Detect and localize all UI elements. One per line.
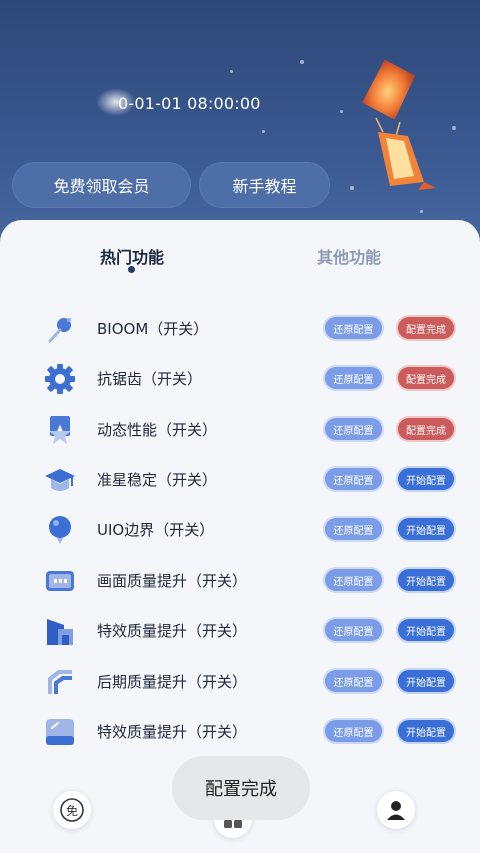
start-config-button[interactable]: 开始配置 xyxy=(398,468,454,490)
start-config-button[interactable]: 开始配置 xyxy=(398,619,454,641)
start-config-button[interactable]: 开始配置 xyxy=(398,518,454,540)
restore-config-button[interactable]: 还原配置 xyxy=(325,670,382,692)
feature-row: 特效质量提升（开关） 还原配置 开始配置 xyxy=(0,706,480,756)
feature-label: 抗锯齿（开关） xyxy=(97,370,203,388)
feature-label: 特效质量提升（开关） xyxy=(97,622,248,640)
sky-lantern-icon xyxy=(362,59,436,190)
feature-row: 特效质量提升（开关） 还原配置 开始配置 xyxy=(0,605,480,655)
feature-label: 动态性能（开关） xyxy=(97,421,218,439)
tablet-icon xyxy=(46,719,74,745)
feature-row: 抗锯齿（开关） 还原配置 配置完成 xyxy=(0,353,480,403)
toast-message: 配置完成 xyxy=(172,756,310,820)
feature-label: 后期质量提升（开关） xyxy=(97,673,248,691)
free-vip-button[interactable]: 免费领取会员 xyxy=(12,162,191,208)
frame-icon xyxy=(48,670,72,694)
screen-icon xyxy=(46,571,74,591)
restore-config-button[interactable]: 还原配置 xyxy=(325,317,382,339)
free-badge-icon: 免 xyxy=(60,798,84,822)
feature-row: UIO边界（开关） 还原配置 开始配置 xyxy=(0,504,480,554)
restore-config-button[interactable]: 还原配置 xyxy=(325,418,382,440)
restore-config-button[interactable]: 还原配置 xyxy=(325,518,382,540)
user-icon[interactable] xyxy=(377,791,415,829)
feature-row: 动态性能（开关） 还原配置 配置完成 xyxy=(0,404,480,454)
feature-label: 特效质量提升（开关） xyxy=(97,723,248,741)
feature-label: 画面质量提升（开关） xyxy=(97,572,248,590)
feature-label: 准星稳定（开关） xyxy=(97,471,218,489)
free-icon-glyph: 免 xyxy=(66,803,78,818)
free-icon[interactable]: 免 xyxy=(53,791,91,829)
graduation-cap-icon xyxy=(45,469,75,491)
star-badge-icon xyxy=(49,416,71,444)
feature-row: 后期质量提升（开关） 还原配置 开始配置 xyxy=(0,656,480,706)
balloon-icon xyxy=(49,516,71,544)
feature-row: BIOOM（开关） 还原配置 配置完成 xyxy=(0,303,480,353)
feature-row: 准星稳定（开关） 还原配置 开始配置 xyxy=(0,454,480,504)
tab-hot-features[interactable]: 热门功能 xyxy=(100,244,164,268)
start-config-button[interactable]: 开始配置 xyxy=(398,720,454,742)
config-done-button[interactable]: 配置完成 xyxy=(398,367,454,389)
restore-config-button[interactable]: 还原配置 xyxy=(325,619,382,641)
start-config-button[interactable]: 开始配置 xyxy=(398,670,454,692)
tab-other-features[interactable]: 其他功能 xyxy=(317,244,381,268)
config-done-button[interactable]: 配置完成 xyxy=(398,418,454,440)
restore-config-button[interactable]: 还原配置 xyxy=(325,468,382,490)
config-done-button[interactable]: 配置完成 xyxy=(398,317,454,339)
restore-config-button[interactable]: 还原配置 xyxy=(325,569,382,591)
datetime-text: 0-01-01 08:00:00 xyxy=(118,94,261,113)
user-profile-icon xyxy=(387,801,405,820)
restore-config-button[interactable]: 还原配置 xyxy=(325,367,382,389)
gear-icon xyxy=(45,364,75,394)
feature-label: BIOOM（开关） xyxy=(97,320,209,338)
start-config-button[interactable]: 开始配置 xyxy=(398,569,454,591)
active-tab-indicator xyxy=(128,266,135,273)
tutorial-button[interactable]: 新手教程 xyxy=(199,162,330,208)
building-icon xyxy=(47,619,73,645)
restore-config-button[interactable]: 还原配置 xyxy=(325,720,382,742)
feature-label: UIO边界（开关） xyxy=(97,521,215,539)
feature-row: 画面质量提升（开关） 还原配置 开始配置 xyxy=(0,555,480,605)
pin-icon xyxy=(48,318,71,343)
